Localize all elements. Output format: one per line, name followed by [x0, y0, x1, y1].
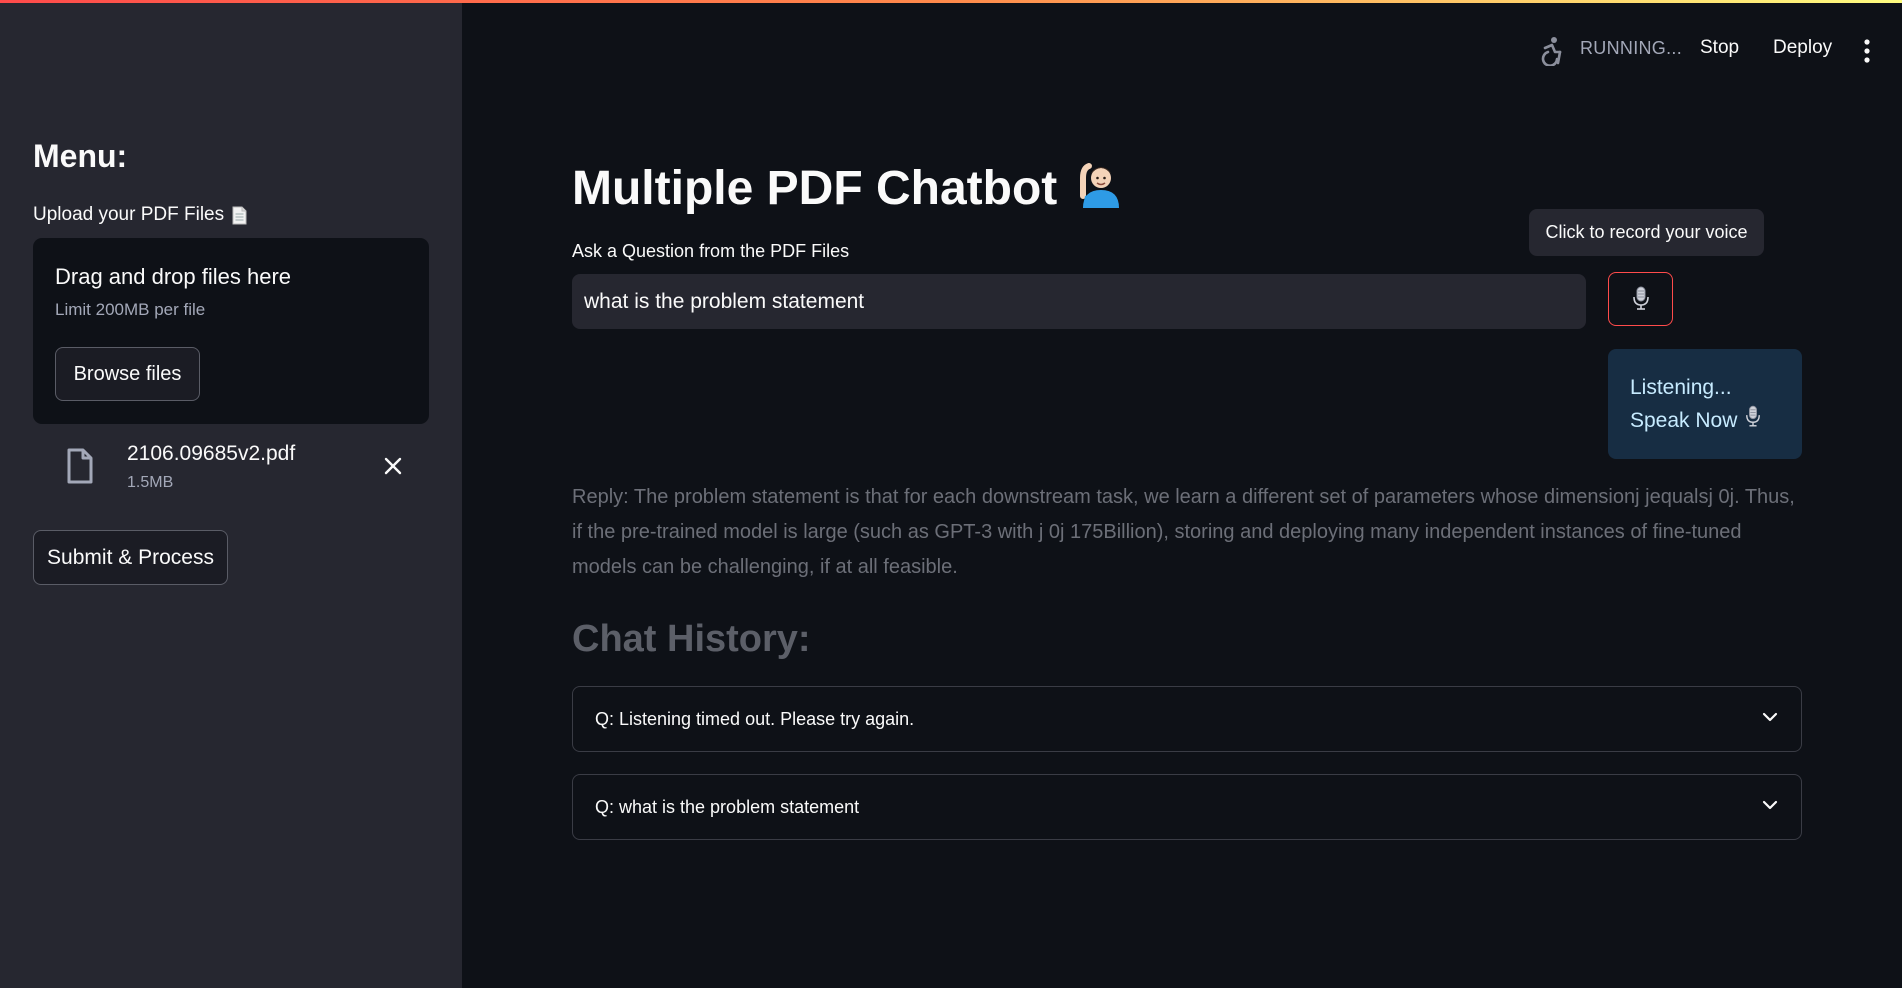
dropzone-limit: Limit 200MB per file [55, 300, 206, 319]
running-status: RUNNING... [1580, 38, 1682, 58]
listening-text: Listening... [1630, 376, 1732, 399]
microphone-icon [1745, 404, 1761, 437]
browse-files-button[interactable]: Browse files [55, 347, 200, 401]
speak-now-row: Speak Now [1630, 404, 1780, 437]
page-icon [232, 206, 247, 225]
history-question: Q: Listening timed out. Please try again… [595, 708, 915, 729]
history-expander[interactable]: Q: Listening timed out. Please try again… [572, 686, 1802, 752]
record-voice-tooltip: Click to record your voice [1529, 209, 1764, 256]
accessibility-running-icon [1539, 36, 1563, 67]
reply-text: Reply: The problem statement is that for… [572, 486, 1795, 578]
deploy-button[interactable]: Deploy [1773, 37, 1832, 59]
stop-button[interactable]: Stop [1700, 37, 1739, 59]
record-voice-button[interactable] [1608, 272, 1673, 326]
sidebar: Menu: Upload your PDF Files Drag and dro… [0, 0, 462, 988]
dropzone-title: Drag and drop files here [55, 264, 292, 289]
file-name: 2106.09685v2.pdf [127, 442, 296, 465]
close-icon[interactable] [381, 454, 405, 478]
file-size: 1.5MB [127, 474, 174, 491]
question-label: Ask a Question from the PDF Files [572, 241, 850, 261]
history-expander[interactable]: Q: what is the problem statement [572, 774, 1802, 840]
speak-now-text: Speak Now [1630, 409, 1738, 432]
uploaded-file-item: 2106.09685v2.pdf 1.5MB [33, 436, 429, 502]
file-dropzone[interactable]: Drag and drop files here Limit 200MB per… [33, 238, 429, 424]
upload-label: Upload your PDF Files [33, 204, 247, 226]
listening-status-box: Listening... Speak Now [1608, 349, 1802, 459]
top-status-line [0, 0, 1902, 3]
microphone-icon [1632, 286, 1650, 313]
upload-label-text: Upload your PDF Files [33, 204, 225, 225]
file-icon [66, 448, 94, 484]
question-input[interactable] [572, 274, 1586, 329]
history-question: Q: what is the problem statement [595, 796, 860, 817]
chevron-down-icon [1761, 708, 1779, 731]
page-title-text: Multiple PDF Chatbot [572, 161, 1058, 215]
page-title: Multiple PDF Chatbot [572, 156, 1127, 220]
submit-process-button[interactable]: Submit & Process [33, 530, 228, 585]
kebab-menu-icon[interactable] [1857, 38, 1877, 64]
sidebar-title: Menu: [33, 138, 128, 174]
raising-hand-icon [1075, 156, 1127, 220]
chat-history-title: Chat History: [572, 618, 811, 660]
chevron-down-icon [1761, 796, 1779, 819]
